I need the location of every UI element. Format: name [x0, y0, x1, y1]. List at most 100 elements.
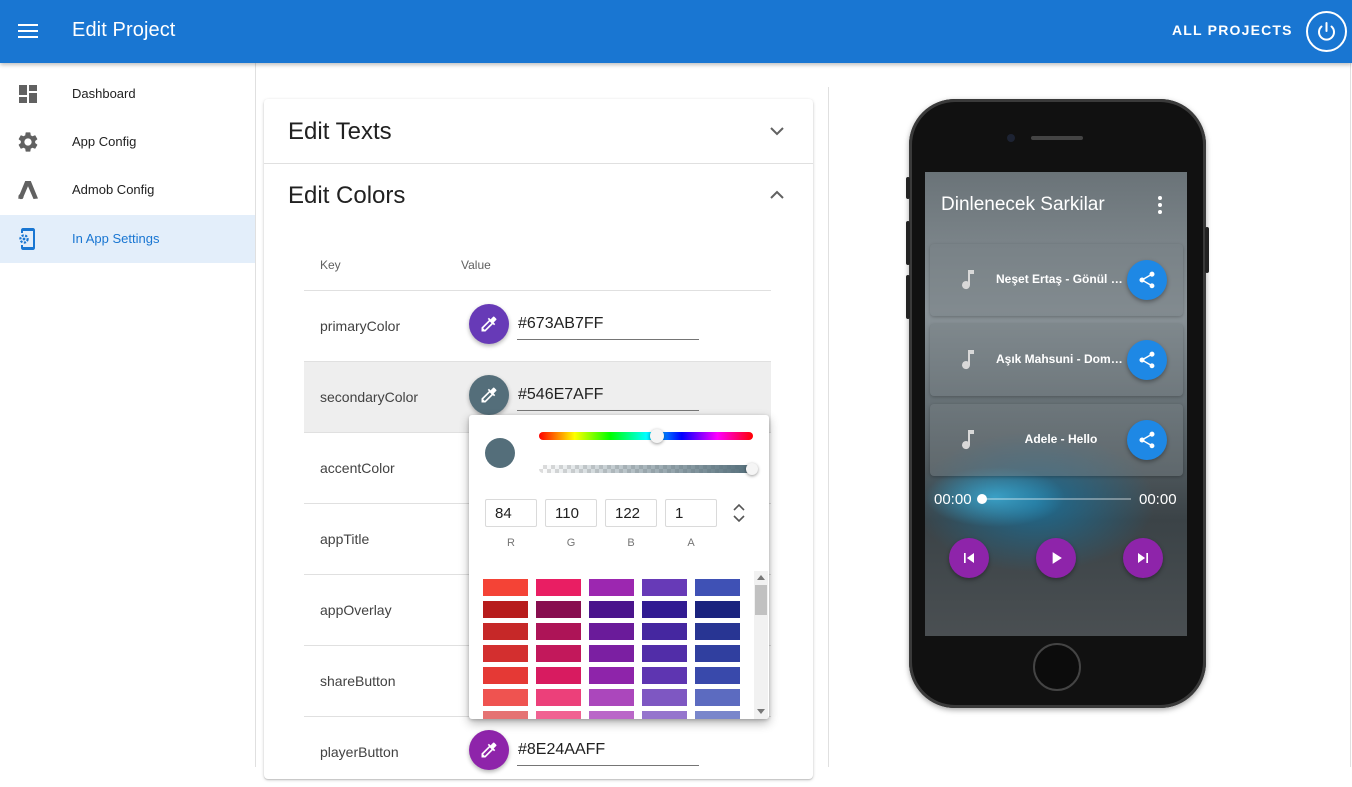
palette-swatch[interactable] — [483, 601, 528, 618]
seek-bar-handle[interactable] — [977, 494, 987, 504]
share-button[interactable] — [1127, 340, 1167, 380]
edit-texts-panel-header[interactable]: Edit Texts — [264, 99, 813, 163]
palette-swatch[interactable] — [483, 645, 528, 662]
color-hex-input[interactable] — [517, 304, 699, 340]
palette-swatch[interactable] — [589, 623, 634, 640]
skip-previous-icon — [964, 553, 974, 563]
hue-slider[interactable] — [539, 432, 753, 440]
palette-swatch[interactable] — [483, 623, 528, 640]
green-input[interactable] — [545, 499, 597, 527]
table-row: playerButton — [304, 716, 771, 787]
palette-swatch[interactable] — [695, 601, 740, 618]
palette-swatch[interactable] — [536, 667, 581, 684]
palette-swatch[interactable] — [483, 667, 528, 684]
unfold-icon — [733, 503, 745, 523]
edit-colors-panel-header[interactable]: Edit Colors — [264, 163, 813, 227]
hue-slider-handle[interactable] — [650, 429, 664, 443]
phone-side-button — [906, 177, 910, 199]
play-button[interactable] — [1036, 538, 1076, 578]
sidebar-item-app-config[interactable]: App Config — [0, 118, 255, 166]
blue-label: B — [627, 537, 635, 549]
palette-swatch[interactable] — [642, 711, 687, 719]
red-label: R — [507, 537, 515, 549]
blue-input[interactable] — [605, 499, 657, 527]
song-title: Adele - Hello — [1024, 432, 1098, 446]
share-button[interactable] — [1127, 260, 1167, 300]
previous-button[interactable] — [949, 538, 989, 578]
palette-swatch[interactable] — [589, 601, 634, 618]
phone-settings-icon — [19, 228, 35, 250]
palette-swatch[interactable] — [695, 689, 740, 706]
scrollbar-thumb[interactable] — [755, 585, 767, 615]
mode-toggle-button[interactable] — [731, 501, 747, 525]
palette-swatch[interactable] — [536, 711, 581, 719]
menu-icon-line — [18, 24, 38, 26]
palette-swatch[interactable] — [642, 601, 687, 618]
share-button[interactable] — [1127, 420, 1167, 460]
color-key: accentColor — [320, 460, 395, 476]
next-button[interactable] — [1123, 538, 1163, 578]
alpha-slider-handle[interactable] — [746, 463, 758, 475]
song-title: Aşık Mahsuni - Dom Dom Kurşunu — [996, 352, 1126, 366]
palette-swatch[interactable] — [642, 623, 687, 640]
song-title: Neşet Ertaş - Gönül Dağı — [996, 272, 1126, 286]
phone-side-button — [906, 221, 910, 265]
menu-button[interactable] — [14, 17, 42, 45]
sidebar: Dashboard App Config Admob Config In App… — [0, 63, 256, 767]
menu-icon-line — [18, 36, 38, 38]
palette-swatch[interactable] — [483, 689, 528, 706]
alpha-input[interactable] — [665, 499, 717, 527]
all-projects-button[interactable]: ALL PROJECTS — [1172, 22, 1293, 38]
palette-swatch[interactable] — [695, 645, 740, 662]
palette-swatch[interactable] — [589, 579, 634, 596]
color-picker-popup: R G B A — [469, 415, 769, 719]
chevron-down-icon — [770, 127, 784, 136]
palette-swatch[interactable] — [589, 645, 634, 662]
palette-swatch[interactable] — [483, 579, 528, 596]
sidebar-item-admob-config[interactable]: Admob Config — [0, 166, 255, 214]
color-picker-button[interactable] — [469, 730, 509, 770]
palette-swatch[interactable] — [536, 579, 581, 596]
color-hex-input[interactable] — [517, 375, 699, 411]
sidebar-item-in-app-settings[interactable]: In App Settings — [0, 215, 255, 263]
song-list-item[interactable]: Adele - Hello — [930, 404, 1183, 476]
seek-bar[interactable] — [981, 498, 1131, 500]
preview-app-title: Dinlenecek Sarkilar — [941, 194, 1105, 215]
palette-swatch[interactable] — [536, 689, 581, 706]
chevron-up-icon — [770, 190, 784, 199]
more-vert-icon[interactable] — [1156, 196, 1164, 214]
red-input[interactable] — [485, 499, 537, 527]
palette-swatch[interactable] — [483, 711, 528, 719]
song-list-item[interactable]: Neşet Ertaş - Gönül Dağı — [930, 244, 1183, 316]
gear-icon — [18, 132, 38, 152]
palette-swatch[interactable] — [589, 689, 634, 706]
palette-swatch[interactable] — [695, 711, 740, 719]
palette-swatch[interactable] — [589, 711, 634, 719]
palette-swatch[interactable] — [642, 645, 687, 662]
panel-title: Edit Colors — [288, 182, 406, 209]
power-icon — [1318, 22, 1335, 41]
palette-swatch[interactable] — [642, 689, 687, 706]
palette-scrollbar[interactable] — [754, 571, 768, 719]
song-list-item[interactable]: Aşık Mahsuni - Dom Dom Kurşunu — [930, 324, 1183, 396]
palette-swatch[interactable] — [589, 667, 634, 684]
palette-swatch[interactable] — [536, 645, 581, 662]
palette-swatch[interactable] — [695, 579, 740, 596]
color-hex-input[interactable] — [517, 730, 699, 766]
alpha-slider[interactable] — [539, 465, 753, 473]
palette-swatch[interactable] — [642, 667, 687, 684]
table-row: primaryColor — [304, 290, 771, 361]
palette-swatch[interactable] — [695, 667, 740, 684]
color-picker-button[interactable] — [469, 375, 509, 415]
color-picker-button[interactable] — [469, 304, 509, 344]
dashboard-icon — [19, 85, 37, 103]
sidebar-item-dashboard[interactable]: Dashboard — [0, 70, 255, 118]
logout-button[interactable] — [1306, 11, 1347, 52]
palette-swatch[interactable] — [642, 579, 687, 596]
palette-swatch[interactable] — [695, 623, 740, 640]
column-header-value: Value — [461, 258, 491, 272]
palette-swatch[interactable] — [536, 623, 581, 640]
eyedropper-icon — [481, 387, 497, 403]
app-bar: Edit Project ALL PROJECTS — [0, 0, 1352, 63]
palette-swatch[interactable] — [536, 601, 581, 618]
